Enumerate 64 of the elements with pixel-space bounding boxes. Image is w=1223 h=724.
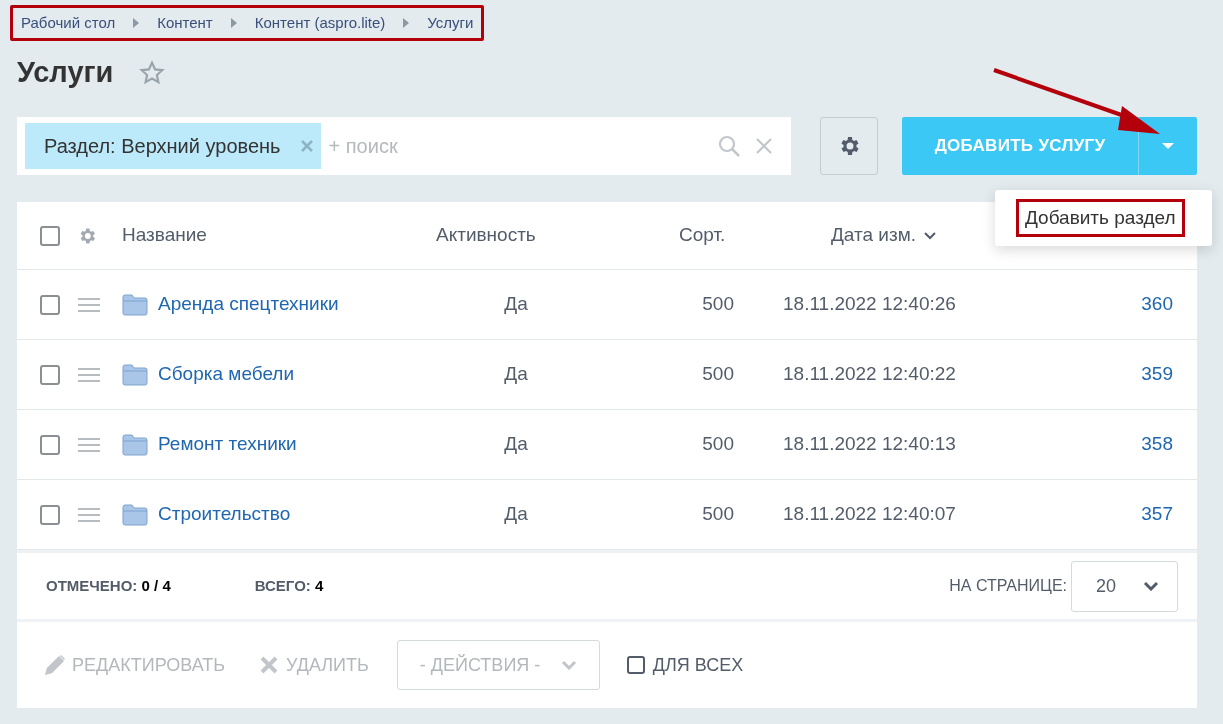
table-cell: 18.11.2022 12:40:22 <box>783 363 956 385</box>
star-icon[interactable] <box>139 60 166 86</box>
menu-item[interactable]: Добавить раздел <box>1016 199 1185 237</box>
close-icon[interactable] <box>300 140 313 152</box>
per-page-select[interactable]: 20 <box>1071 560 1178 612</box>
table-cell: 500 <box>702 293 734 315</box>
drag-handle-icon[interactable] <box>78 437 100 452</box>
table-cell: 500 <box>702 503 734 525</box>
table-cell: 500 <box>702 433 734 455</box>
drag-handle-icon[interactable] <box>78 297 100 312</box>
id-link[interactable]: 358 <box>1141 433 1173 455</box>
close-icon[interactable] <box>755 137 773 155</box>
item-link[interactable]: Аренда спецтехники <box>158 290 339 319</box>
table-cell: Да <box>504 363 528 385</box>
table-cell: Да <box>504 293 528 315</box>
folder-icon <box>122 503 148 526</box>
table-cell: 500 <box>702 363 734 385</box>
chevron-icon <box>230 18 237 28</box>
table-cell: 18.11.2022 12:40:26 <box>783 293 956 315</box>
breadcrumb-link[interactable]: Контент (aspro.lite) <box>254 11 386 35</box>
checkbox[interactable] <box>40 364 60 385</box>
folder-icon <box>122 363 148 386</box>
item-link[interactable]: Строительство <box>158 500 291 529</box>
caret-icon <box>1162 143 1174 149</box>
table-cell: Да <box>504 433 528 455</box>
column-header[interactable]: Активность <box>436 221 536 250</box>
table-cell: 18.11.2022 12:40:13 <box>783 433 956 455</box>
page-title: Услуги <box>17 55 114 91</box>
chevron-icon <box>133 18 140 28</box>
search-field[interactable]: + поиск <box>328 131 717 161</box>
settings-button[interactable] <box>820 117 878 175</box>
table-cell: Да <box>504 503 528 525</box>
sort-icon[interactable] <box>924 231 937 240</box>
search-icon[interactable] <box>717 134 741 158</box>
total-count: ВСЕГО: 4 <box>254 575 324 596</box>
pencil-icon <box>44 654 66 676</box>
search-bar[interactable]: Раздел: Верхний уровень + поиск <box>17 117 791 175</box>
checkbox[interactable] <box>40 434 60 455</box>
chevron-icon <box>403 18 410 28</box>
per-page-label: НА СТРАНИЦЕ: <box>949 576 1067 596</box>
breadcrumb-link[interactable]: Рабочий стол <box>21 11 116 35</box>
checkbox[interactable] <box>40 504 60 525</box>
breadcrumb-link[interactable]: Услуги <box>427 11 474 35</box>
drag-handle-icon[interactable] <box>78 507 100 522</box>
id-link[interactable]: 359 <box>1141 363 1173 385</box>
id-link[interactable]: 357 <box>1141 503 1173 525</box>
item-link[interactable]: Сборка мебели <box>158 360 295 389</box>
column-header[interactable]: Сорт. <box>679 221 726 250</box>
id-link[interactable]: 360 <box>1141 293 1173 315</box>
column-header[interactable]: Название <box>122 221 207 250</box>
item-link[interactable]: Ремонт техники <box>158 430 297 459</box>
folder-icon <box>122 433 148 456</box>
drag-handle-icon[interactable] <box>78 367 100 382</box>
folder-icon <box>122 293 148 316</box>
marked-count: ОТМЕЧЕНО: 0 / 4 <box>46 575 171 596</box>
column-header[interactable]: Дата изм. <box>831 221 917 250</box>
checkbox[interactable] <box>40 294 60 315</box>
close-icon <box>260 656 279 674</box>
chevron-down-icon <box>1143 581 1159 591</box>
for-all-checkbox[interactable]: ДЛЯ ВСЕХ <box>626 651 744 679</box>
breadcrumb-link[interactable]: Контент <box>157 11 213 35</box>
chevron-down-icon <box>560 660 577 670</box>
select-all-checkbox[interactable] <box>40 225 60 246</box>
table-cell: 18.11.2022 12:40:07 <box>783 503 956 525</box>
